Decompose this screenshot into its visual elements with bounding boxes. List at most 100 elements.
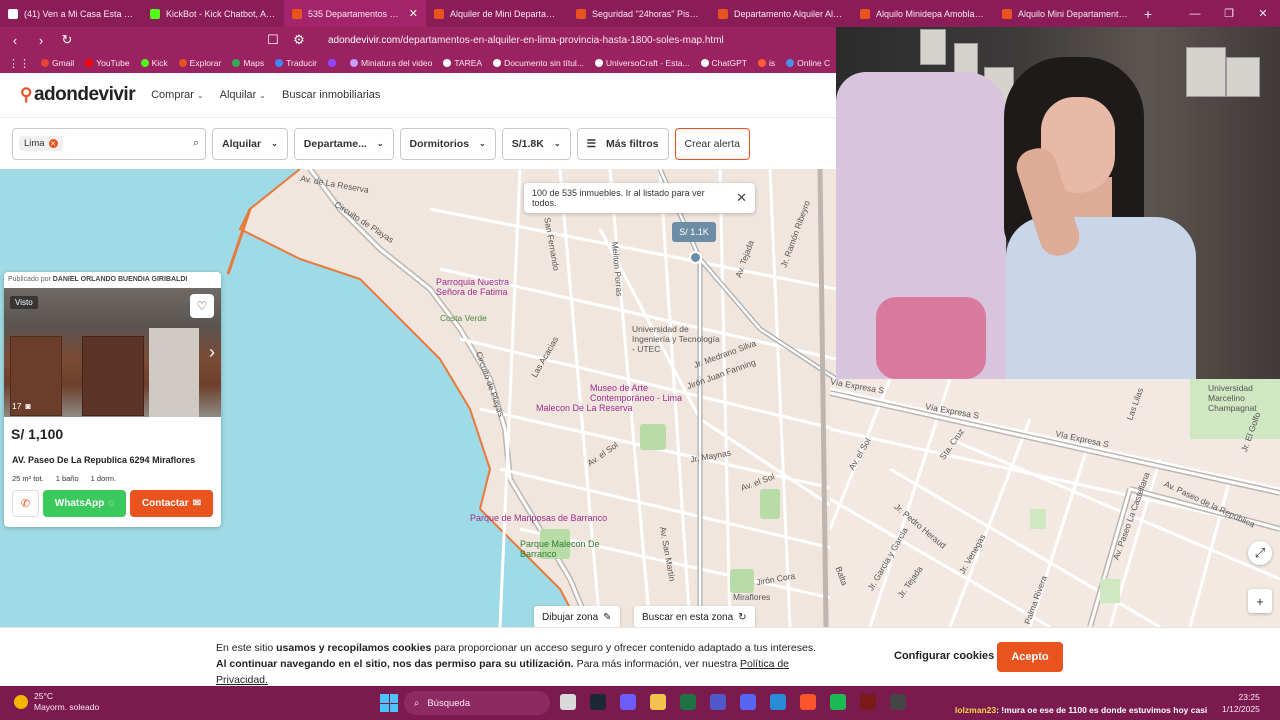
bookmark-item[interactable]: Explorar	[178, 58, 221, 68]
logo-pin-icon: ⚲	[20, 85, 32, 104]
zoom-in-icon[interactable]: +	[1248, 589, 1272, 613]
rooms-dropdown[interactable]: Dormitorios ⌄	[399, 127, 496, 160]
bookmark-item[interactable]: YouTube	[85, 58, 130, 68]
draw-zone-label: Dibujar zona	[542, 611, 599, 623]
file-explorer-icon[interactable]	[650, 694, 666, 710]
nav-comprar[interactable]: Comprar ⌄	[151, 89, 204, 101]
whatsapp-button[interactable]: WhatsApp ◌	[43, 490, 126, 517]
weather-widget[interactable]: 25°C Mayorm. soleado	[14, 691, 99, 713]
clock-time: 23:25	[1238, 692, 1260, 702]
mail-icon[interactable]	[770, 694, 786, 710]
cookie-banner: En este sitio usamos y recopilamos cooki…	[0, 627, 1280, 686]
nav-alquilar[interactable]: Alquilar ⌄	[220, 89, 266, 101]
person-top	[1006, 217, 1196, 379]
minimize-icon[interactable]: —	[1178, 0, 1212, 27]
browser-tab[interactable]: KickBot - Kick Chatbot, Alerts,	[142, 0, 284, 27]
operation-dropdown[interactable]: Alquilar ⌄	[212, 127, 288, 160]
bookmark-favicon-icon	[443, 59, 452, 67]
area-spec: 25 m² tot.	[12, 474, 44, 483]
task-view-icon[interactable]	[560, 694, 576, 710]
bookmark-item[interactable]: Maps	[232, 58, 264, 68]
bookmark-favicon-icon	[178, 59, 187, 67]
bookmark-label: Documento sin títul...	[504, 58, 584, 68]
bookmark-item[interactable]: UniversoCraft - Esta...	[594, 58, 690, 68]
app-icon[interactable]	[620, 694, 636, 710]
close-icon[interactable]: ✕	[736, 190, 747, 206]
draw-zone-button[interactable]: Dibujar zona ✎	[534, 606, 620, 628]
bookmark-item[interactable]: Online C	[786, 58, 830, 68]
listing-card[interactable]: Publicado por DANIEL ORLANDO BUENDIA GIR…	[4, 272, 221, 527]
taskbar-search[interactable]: ⌕ Búsqueda	[404, 691, 550, 715]
publisher-line: Publicado por DANIEL ORLANDO BUENDIA GIR…	[4, 272, 221, 288]
map-zoomed-panel[interactable]: Vía Expresa S Vía Expresa S Vía Expresa …	[830, 379, 1280, 627]
apps-grid-icon[interactable]: ⋮⋮	[8, 57, 30, 70]
browser-tab[interactable]: (41) Ven a Mi Casa Esta Na	[0, 0, 142, 27]
close-tab-icon[interactable]: ✕	[409, 7, 418, 20]
bookmark-item[interactable]: Miniatura del video	[349, 58, 432, 68]
search-icon[interactable]: ⌕	[193, 137, 199, 150]
bookmark-item[interactable]: Gmail	[41, 58, 74, 68]
listing-actions: ✆ WhatsApp ◌ Contactar ✉	[4, 490, 221, 517]
site-logo[interactable]: ⚲ adondevivir	[20, 84, 136, 106]
steam-icon[interactable]	[590, 694, 606, 710]
location-chip[interactable]: Lima ✕	[19, 136, 63, 151]
search-zone-button[interactable]: Buscar en esta zona ↻	[634, 606, 755, 628]
bookmark-icon[interactable]: ☐	[266, 32, 280, 48]
browser-tab[interactable]: Alquiler de Mini Departamento	[426, 0, 568, 27]
property-type-dropdown[interactable]: Departame... ⌄	[293, 127, 394, 160]
url-domain: adondevivir.com	[328, 34, 401, 46]
obs-icon[interactable]	[890, 694, 906, 710]
bookmark-favicon-icon	[757, 59, 766, 67]
more-filters-button[interactable]: ☰ Más filtros	[576, 127, 669, 160]
bookmark-item[interactable]: Documento sin títul...	[493, 58, 584, 68]
rooms-label: Dormitorios	[409, 137, 470, 150]
browser-tab[interactable]: 535 Departamentos en alq ✕	[284, 0, 426, 27]
bookmark-label: ChatGPT	[711, 58, 747, 68]
reload-icon[interactable]: ↻	[60, 32, 74, 48]
accept-cookies-button[interactable]: Acepto	[997, 642, 1063, 672]
excel-icon[interactable]	[680, 694, 696, 710]
forward-icon[interactable]: ›	[34, 33, 48, 48]
next-photo-icon[interactable]: ›	[209, 342, 215, 363]
maximize-icon[interactable]: ❐	[1212, 0, 1246, 27]
fullscreen-icon[interactable]: ⤢	[1248, 541, 1272, 565]
configure-cookies-button[interactable]: Configurar cookies	[894, 650, 994, 662]
remove-chip-icon[interactable]: ✕	[48, 139, 58, 148]
bookmark-item[interactable]	[327, 59, 339, 67]
brave-icon[interactable]	[800, 694, 816, 710]
create-alert-button[interactable]: Crear alerta	[674, 127, 750, 160]
price-marker[interactable]: S/ 1.1K	[672, 222, 716, 242]
back-icon[interactable]: ‹	[8, 33, 22, 48]
new-tab-icon[interactable]: +	[1136, 0, 1160, 27]
app-icon[interactable]	[860, 694, 876, 710]
contact-button[interactable]: Contactar ✉	[130, 490, 213, 517]
windows-start-icon[interactable]	[380, 694, 398, 712]
teams-icon[interactable]	[710, 694, 726, 710]
browser-tab[interactable]: Departamento Alquiler Alt Cdr	[710, 0, 852, 27]
favorite-heart-icon[interactable]: ♡	[190, 294, 214, 318]
map-pin[interactable]	[689, 251, 702, 264]
url-field[interactable]: adondevivir.com/departamentos-en-alquile…	[328, 35, 724, 46]
discord-icon[interactable]	[740, 694, 756, 710]
listing-photo[interactable]: Visto ♡ › 17 ◙	[4, 288, 221, 417]
close-window-icon[interactable]: ✕	[1246, 0, 1280, 27]
photo-count: 17 ◙	[12, 401, 31, 411]
site-info-icon[interactable]: ⚙	[292, 32, 306, 48]
location-search-input[interactable]: Lima ✕ ⌕	[12, 127, 206, 160]
bookmark-item[interactable]: is	[757, 58, 775, 68]
chevron-down-icon: ⌄	[376, 139, 384, 148]
bookmark-item[interactable]: Kick	[140, 58, 168, 68]
bookmark-item[interactable]: ChatGPT	[700, 58, 747, 68]
nav-buscar-inmobiliarias[interactable]: Buscar inmobiliarias	[282, 89, 380, 101]
bookmark-item[interactable]: TAREA	[443, 58, 482, 68]
browser-tab[interactable]: Alquilo Mini Departamento 1 D	[994, 0, 1136, 27]
phone-icon[interactable]: ✆	[12, 490, 39, 517]
tab-favicon-icon	[718, 8, 728, 19]
browser-tab[interactable]: Seguridad "24horas" Piscina, G	[568, 0, 710, 27]
tab-favicon-icon	[292, 8, 302, 19]
spotify-icon[interactable]	[830, 694, 846, 710]
bookmark-item[interactable]: Traducir	[275, 58, 317, 68]
price-dropdown[interactable]: S/1.8K ⌄	[501, 127, 571, 160]
browser-tab[interactable]: Alquilo Minidepa Amoblado e	[852, 0, 994, 27]
system-clock[interactable]: 23:25 1/12/2025	[1222, 691, 1260, 715]
